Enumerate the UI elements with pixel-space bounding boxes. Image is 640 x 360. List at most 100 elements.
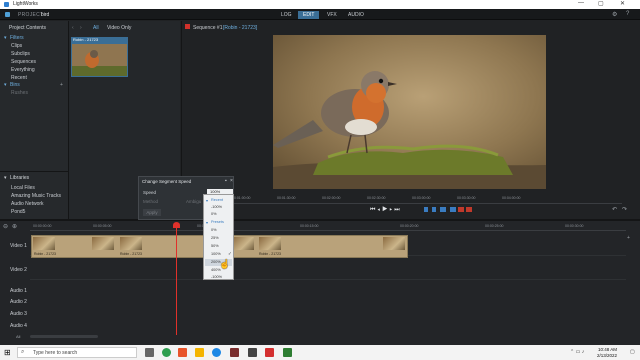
library-audio-network[interactable]: Audio Network — [11, 201, 44, 207]
dialog-title: Change Segment Speed — [142, 179, 192, 184]
menu-preset-item[interactable]: 50% — [211, 244, 219, 248]
clip-frame — [92, 237, 114, 250]
edge-icon[interactable] — [212, 348, 221, 357]
tab-log[interactable]: LOG — [276, 11, 297, 19]
taskbar-time: 10:48 AM — [598, 347, 618, 352]
track-audio-3[interactable]: Audio 3 — [10, 311, 27, 317]
video-only-button[interactable]: Video Only — [107, 25, 131, 31]
dialog-close-icon[interactable]: × — [230, 178, 233, 184]
clip-frame — [232, 237, 254, 250]
tab-edit[interactable]: EDIT — [298, 11, 320, 19]
apply-button[interactable]: Apply — [143, 209, 161, 216]
taskbar-search-box[interactable]: ⌕ Type here to search — [17, 347, 137, 358]
clip-frame — [120, 237, 142, 250]
tray-icons[interactable]: ⌃ ▭ ♪ — [570, 349, 584, 355]
filter-all-button[interactable]: All — [93, 25, 99, 31]
filter-clips[interactable]: Clips — [11, 43, 22, 49]
task-view-icon[interactable] — [145, 348, 154, 357]
app-icon-4[interactable] — [283, 348, 292, 357]
playhead[interactable] — [176, 223, 177, 335]
menu-preset-item[interactable]: 0% — [211, 228, 217, 232]
bin-rushes[interactable]: Rushes — [11, 90, 28, 96]
maximize-icon[interactable]: ▢ — [598, 0, 604, 7]
app-icon-2[interactable] — [248, 348, 257, 357]
app-icon-3[interactable] — [265, 348, 274, 357]
playhead-handle-icon[interactable] — [173, 222, 180, 228]
ruler-mark-0: 00:00:00:00 — [33, 224, 52, 228]
timeline-scrollbar[interactable] — [30, 335, 98, 338]
tab-vfx[interactable]: VFX — [322, 11, 342, 19]
filter-sequences[interactable]: Sequences — [11, 59, 36, 65]
ruler-mark-4: 00:00:20:00 — [400, 224, 419, 228]
library-local-files[interactable]: Local Files — [11, 185, 35, 191]
remove-icon[interactable] — [466, 207, 472, 212]
settings-icon[interactable]: ⚙ — [612, 11, 617, 18]
track-audio-1[interactable]: Audio 1 — [10, 288, 27, 294]
back-icon[interactable]: ‹ — [72, 25, 74, 31]
mark-out-icon[interactable] — [432, 207, 436, 212]
brave-icon[interactable] — [178, 348, 187, 357]
forward-icon[interactable]: › — [80, 25, 82, 31]
help-icon[interactable]: ? — [626, 11, 629, 17]
project-label: PROJECT — [18, 12, 44, 18]
filter-everything[interactable]: Everything — [11, 67, 35, 73]
sequence-clip-name: [Robin - 21723] — [223, 25, 258, 31]
windows-start-icon[interactable]: ⊞ — [4, 348, 11, 357]
menu-recent-item[interactable]: -100% — [211, 205, 222, 209]
library-amazing-music[interactable]: Amazing Music Tracks — [11, 193, 61, 199]
method-value[interactable]: Ambigu — [186, 199, 201, 204]
track-video-1[interactable]: Video 1 — [10, 243, 27, 249]
filter-subclips[interactable]: Subclips — [11, 51, 30, 57]
filters-toggle-icon[interactable]: ▾ — [4, 35, 7, 41]
filter-recent[interactable]: Recent — [11, 75, 27, 81]
menu-preset-item[interactable]: 100% — [211, 252, 221, 256]
go-end-icon[interactable]: ⏭ — [394, 207, 401, 213]
presets-toggle-icon: ▾ — [206, 221, 208, 225]
sequence-marker-icon — [185, 24, 190, 29]
search-placeholder: Type here to search — [33, 350, 78, 356]
delete-icon[interactable] — [458, 207, 464, 212]
add-bin-icon[interactable]: + — [60, 82, 63, 88]
track-audio-2[interactable]: Audio 2 — [10, 299, 27, 305]
undo-icon[interactable]: ↶ — [612, 206, 617, 213]
add-track-icon[interactable]: + — [627, 235, 630, 241]
window-title-bar: LightWorks — ▢ ✕ — [0, 0, 640, 9]
bins-toggle-icon[interactable]: ▾ — [4, 82, 7, 88]
project-name[interactable]: bird — [41, 12, 49, 18]
menu-preset-item[interactable]: 25% — [211, 236, 219, 240]
zoom-out-icon[interactable]: ⊖ — [3, 223, 8, 230]
viewer-scrub-bar[interactable] — [202, 203, 622, 204]
clip-frame — [259, 237, 281, 250]
clip-thumbnail[interactable] — [71, 43, 128, 77]
bins-title: Bins — [10, 82, 20, 88]
clip-label: Robin - 21723 — [259, 252, 281, 256]
menu-recent-item[interactable]: 0% — [211, 212, 217, 216]
chrome-icon[interactable] — [162, 348, 171, 357]
zoom-in-icon[interactable]: ⊕ — [12, 223, 17, 230]
app-header: PROJECT bird LOG EDIT VFX AUDIO ⚙ ? — [0, 9, 640, 20]
close-icon[interactable]: ✕ — [620, 0, 625, 7]
minimize-icon[interactable]: — — [578, 0, 584, 6]
libraries-title: Libraries — [10, 175, 30, 181]
mark-in-icon[interactable] — [424, 207, 428, 212]
file-explorer-icon[interactable] — [195, 348, 204, 357]
menu-preset-item[interactable]: -100% — [211, 275, 222, 279]
track-video-2[interactable]: Video 2 — [10, 267, 27, 273]
dialog-pin-icon[interactable]: ▪ — [225, 178, 227, 184]
video-frame[interactable] — [273, 35, 546, 189]
timeline-ruler[interactable] — [30, 230, 626, 231]
libraries-toggle-icon[interactable]: ▾ — [4, 175, 7, 181]
timeline-clip-1[interactable]: Robin - 21723 Robin - 21723 — [31, 235, 207, 258]
redo-icon[interactable]: ↷ — [622, 206, 627, 213]
app-icon-1[interactable] — [230, 348, 239, 357]
overwrite-icon[interactable] — [450, 207, 456, 212]
timeline-clip-2[interactable]: Robin - 21723 — [230, 235, 408, 258]
library-pond5[interactable]: Pond5 — [11, 209, 25, 215]
tab-audio[interactable]: AUDIO — [343, 11, 369, 19]
notifications-icon[interactable]: ▢ — [630, 349, 635, 355]
timeline-filter-all[interactable]: All — [16, 334, 20, 339]
clip-frame — [33, 237, 55, 250]
insert-icon[interactable] — [440, 207, 446, 212]
robin-thumbnail-image — [72, 44, 127, 76]
track-audio-4[interactable]: Audio 4 — [10, 323, 27, 329]
